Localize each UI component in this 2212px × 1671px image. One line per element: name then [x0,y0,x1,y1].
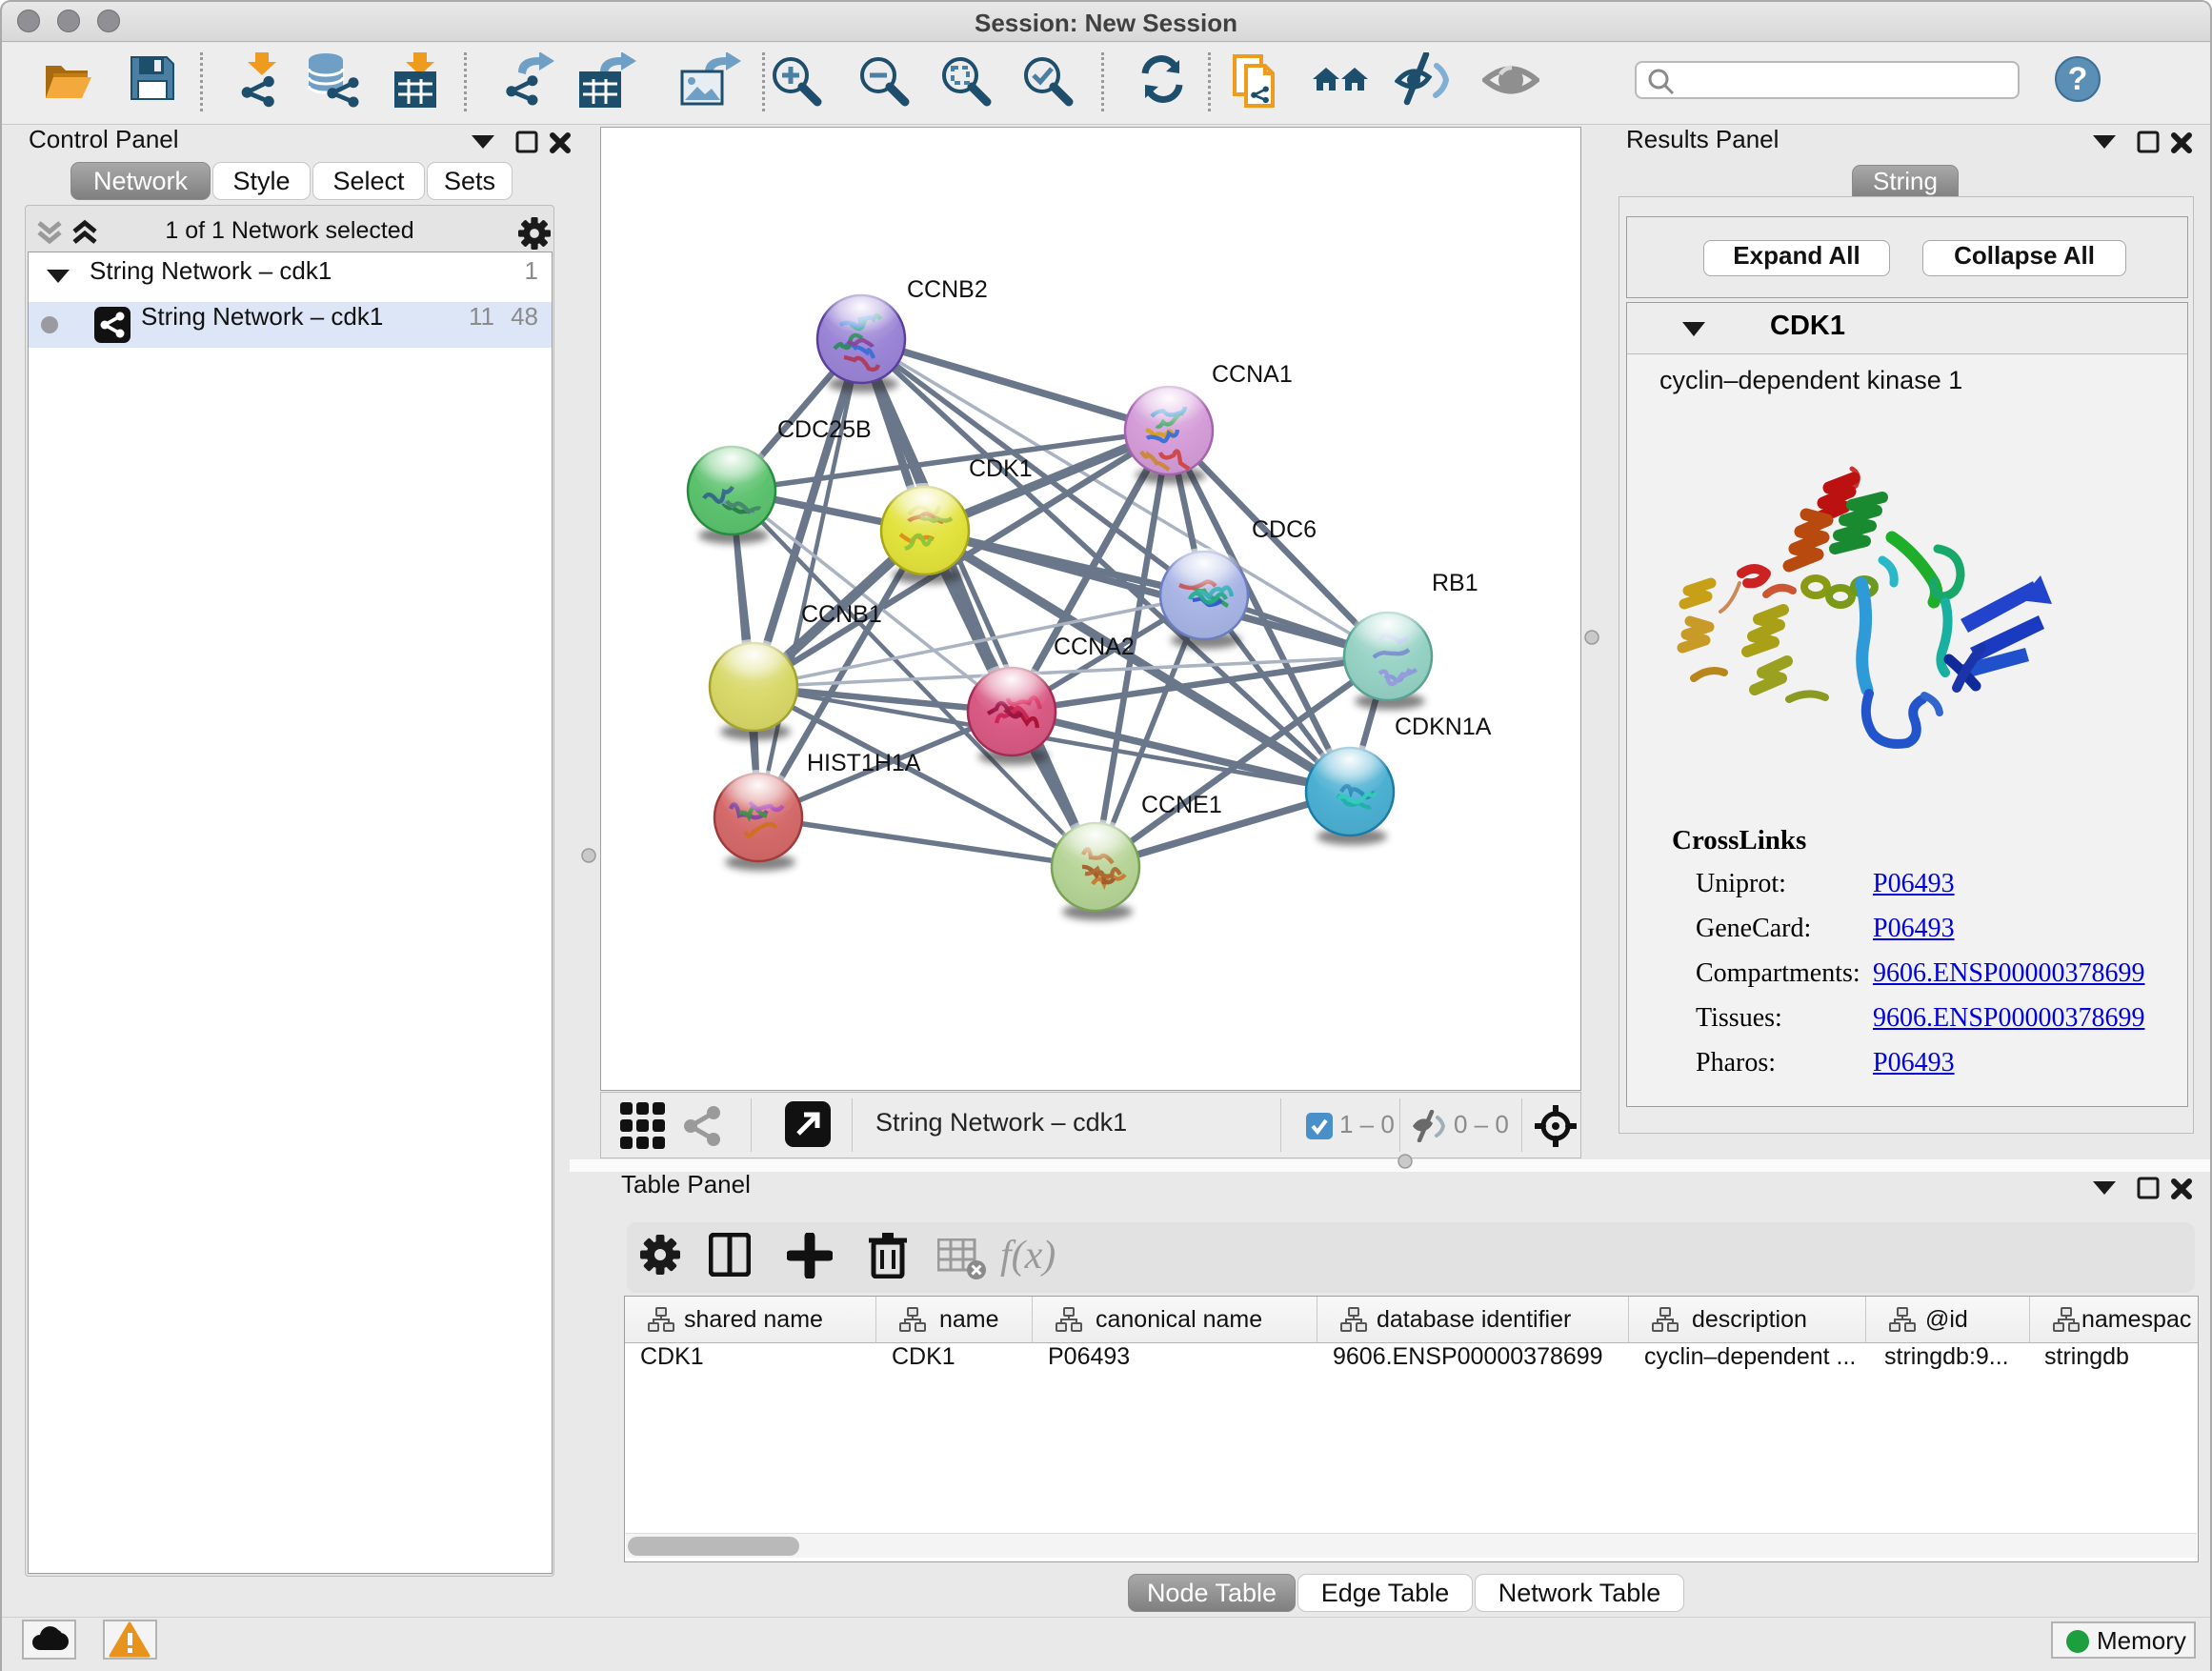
svg-text:CDC6: CDC6 [1252,516,1317,543]
svg-text:CDKN1A: CDKN1A [1395,714,1492,740]
svg-text:CCNB2: CCNB2 [907,276,988,303]
svg-text:CCNA1: CCNA1 [1212,361,1293,388]
svg-text:CCNE1: CCNE1 [1141,792,1222,818]
svg-text:RB1: RB1 [1432,570,1478,596]
svg-text:HIST1H1A: HIST1H1A [807,750,921,776]
svg-text:CCNA2: CCNA2 [1054,634,1135,660]
svg-text:CCNB1: CCNB1 [801,601,882,628]
svg-text:CDC25B: CDC25B [777,416,872,443]
svg-text:CDK1: CDK1 [969,455,1033,482]
svg-text:?: ? [2068,61,2088,97]
